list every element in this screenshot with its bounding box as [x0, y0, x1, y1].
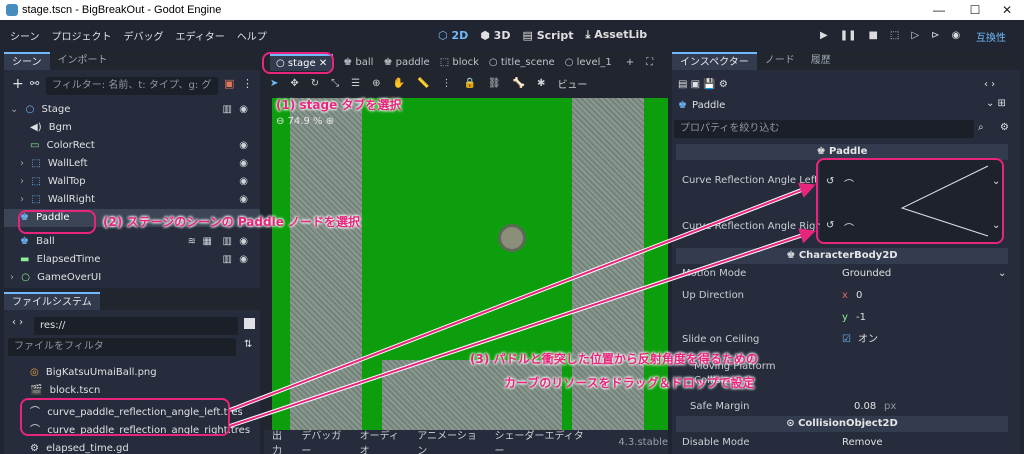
annotation-step3-line1: (3) パドルと衝突した位置から反射角度を得るための — [470, 352, 758, 366]
arrow-right-curve — [229, 228, 816, 427]
annotation-step3-line2: カーブのリソースをドラッグ＆ドロップで設定 — [504, 376, 755, 390]
